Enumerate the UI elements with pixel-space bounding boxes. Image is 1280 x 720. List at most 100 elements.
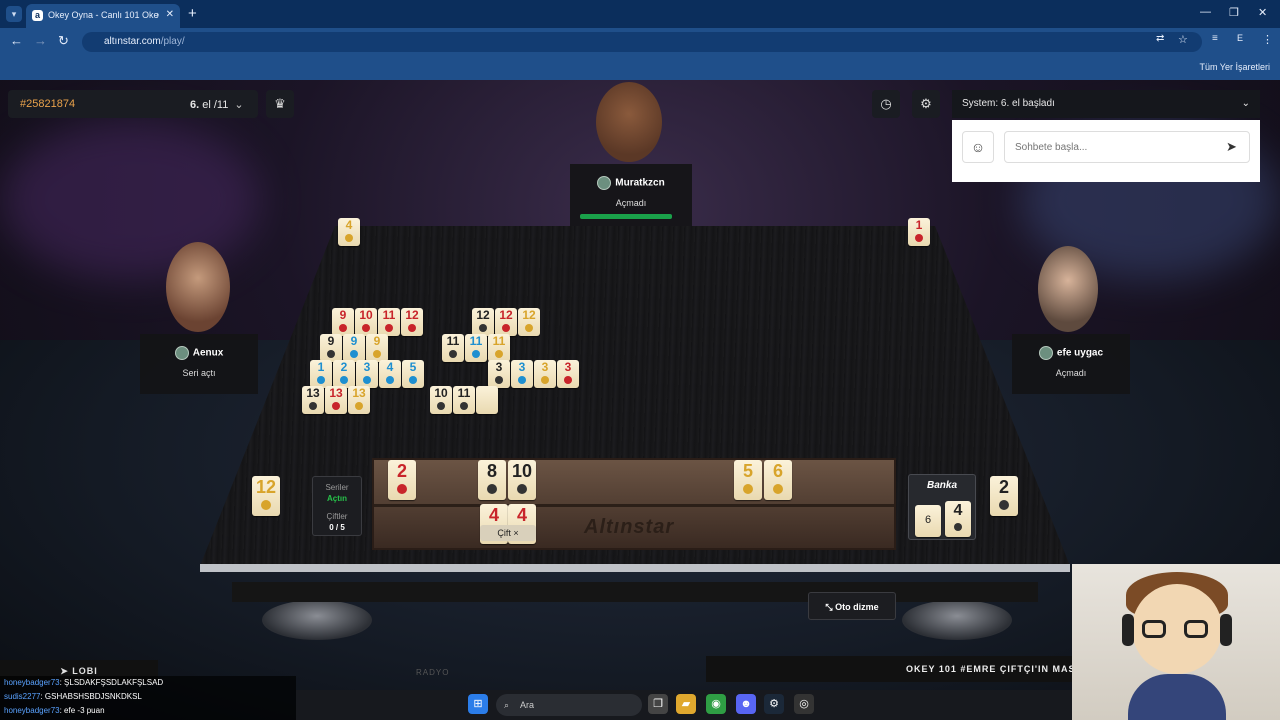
- timer-icon[interactable]: ◷: [872, 90, 900, 118]
- chat-text: : GSHABSHSBDJSNKDKSL: [40, 692, 142, 701]
- okey-tile[interactable]: 10: [508, 460, 536, 500]
- turn-timer-bar: [580, 214, 672, 219]
- okey-tile[interactable]: 2: [388, 460, 416, 500]
- okey-tile[interactable]: 13: [302, 386, 324, 414]
- series-label: Seriler: [325, 483, 349, 492]
- discard-tile-left[interactable]: 12: [252, 476, 280, 516]
- okey-tile[interactable]: 9: [366, 334, 388, 362]
- browser-tab[interactable]: a Okey Oyna - Canlı 101 Oke ♪ ✕: [26, 4, 180, 28]
- emoji-icon[interactable]: ☺: [962, 131, 994, 163]
- taskbar-search[interactable]: ⌕ Ara: [496, 694, 642, 716]
- tile-dot-icon: [408, 324, 416, 332]
- okey-tile[interactable]: 9: [320, 334, 342, 362]
- wand-icon: ⤡: [825, 602, 836, 612]
- task-view-icon[interactable]: ❐: [648, 694, 668, 714]
- bank-panel[interactable]: Banka 6 4: [908, 474, 976, 540]
- restore-icon[interactable]: ❐: [1229, 6, 1239, 19]
- okey-tile[interactable]: 12: [472, 308, 494, 336]
- settings-gear-icon[interactable]: ⚙: [912, 90, 940, 118]
- auto-sort-button[interactable]: ⤡ Oto dizme: [808, 592, 896, 620]
- app-icon[interactable]: ◎: [794, 694, 814, 714]
- tile-number: 11: [469, 334, 483, 348]
- chat-user[interactable]: sudis2277: [4, 692, 40, 701]
- trophy-icon[interactable]: ♛: [266, 90, 294, 118]
- okey-tile[interactable]: 5: [734, 460, 762, 500]
- okey-tile[interactable]: 9: [332, 308, 354, 336]
- back-icon[interactable]: ←: [10, 33, 23, 48]
- chevron-down-icon[interactable]: ⌄: [1242, 90, 1250, 118]
- tile-number: 13: [329, 386, 343, 400]
- chrome-icon[interactable]: ◉: [706, 694, 726, 714]
- okey-tile[interactable]: [476, 386, 498, 414]
- auto-sort-label: Oto dizme: [835, 602, 879, 612]
- okey-tile[interactable]: 3: [356, 360, 378, 388]
- player-card-left[interactable]: Aenux Seri açtı: [140, 334, 258, 394]
- okey-tile[interactable]: 13: [348, 386, 370, 414]
- okey-tile[interactable]: 13: [325, 386, 347, 414]
- okey-tile[interactable]: 12: [401, 308, 423, 336]
- okey-tile[interactable]: 3: [511, 360, 533, 388]
- close-tab-icon[interactable]: ✕: [166, 4, 174, 26]
- okey-tile[interactable]: 11: [465, 334, 487, 362]
- tile-number: 4: [386, 360, 394, 374]
- okey-tile[interactable]: 1: [310, 360, 332, 388]
- translate-icon[interactable]: ⇄: [1156, 33, 1164, 44]
- menu-icon[interactable]: ⋮: [1262, 33, 1273, 46]
- round-selector[interactable]: 6. el /11 ⌄: [190, 98, 244, 111]
- okey-tile[interactable]: 11: [453, 386, 475, 414]
- okey-tile[interactable]: 11: [442, 334, 464, 362]
- chat-user[interactable]: honeybadger73: [4, 678, 60, 687]
- bookmark-star-icon[interactable]: ☆: [1178, 33, 1188, 46]
- discard-tile-right[interactable]: 2: [990, 476, 1018, 516]
- all-bookmarks-link[interactable]: Tüm Yer İşaretleri: [1199, 62, 1270, 72]
- okey-tile[interactable]: 9: [343, 334, 365, 362]
- close-window-icon[interactable]: ✕: [1258, 6, 1267, 19]
- okey-tile[interactable]: 2: [333, 360, 355, 388]
- chat-user[interactable]: honeybadger73: [4, 706, 60, 715]
- player-card-right[interactable]: efe uygac Açmadı: [1012, 334, 1130, 394]
- reading-list-icon[interactable]: ≡: [1212, 33, 1218, 44]
- okey-tile[interactable]: 4: [379, 360, 401, 388]
- okey-tile[interactable]: 8: [478, 460, 506, 500]
- send-icon[interactable]: ➤: [1226, 139, 1237, 155]
- player-rack[interactable]: Altınstar: [372, 458, 896, 550]
- url-path: /play/: [160, 36, 185, 47]
- okey-tile[interactable]: 3: [488, 360, 510, 388]
- lobby-label: LOBI: [72, 666, 98, 676]
- tile-dot-icon: [340, 376, 348, 384]
- tab-search-button[interactable]: ▾: [6, 6, 22, 22]
- tile-number: 5: [409, 360, 417, 374]
- windows-start-icon[interactable]: ⊞: [468, 694, 488, 714]
- search-placeholder: Ara: [520, 700, 535, 710]
- radio-label[interactable]: RADYO: [416, 668, 449, 677]
- okey-tile[interactable]: 12: [495, 308, 517, 336]
- url-field[interactable]: altınstar.com/play/: [82, 32, 1202, 52]
- system-message-bar[interactable]: System: 6. el başladı ⌄: [952, 90, 1260, 118]
- forward-icon[interactable]: →: [34, 33, 47, 48]
- discard-tile-top-left[interactable]: 4: [338, 218, 360, 246]
- okey-tile[interactable]: 10: [355, 308, 377, 336]
- profile-icon[interactable]: E: [1237, 33, 1243, 43]
- reload-icon[interactable]: ↻: [58, 33, 69, 49]
- okey-tile[interactable]: 3: [534, 360, 556, 388]
- okey-tile[interactable]: 5: [402, 360, 424, 388]
- new-tab-button[interactable]: +: [188, 5, 197, 22]
- pair-button[interactable]: Çift ×: [480, 525, 536, 541]
- tile-dot-icon: [449, 350, 457, 358]
- chat-input[interactable]: [1004, 131, 1250, 163]
- discord-icon[interactable]: ☻: [736, 694, 756, 714]
- player-card-top[interactable]: Muratkzcn Açmadı: [570, 164, 692, 226]
- okey-tile[interactable]: 6: [764, 460, 792, 500]
- okey-tile[interactable]: 11: [488, 334, 510, 362]
- webcam-overlay: [1072, 564, 1280, 720]
- speaker-icon[interactable]: ♪: [156, 4, 161, 26]
- steam-icon[interactable]: ⚙: [764, 694, 784, 714]
- okey-tile[interactable]: 3: [557, 360, 579, 388]
- okey-tile[interactable]: 10: [430, 386, 452, 414]
- minimize-icon[interactable]: —: [1200, 6, 1211, 18]
- okey-tile[interactable]: 12: [518, 308, 540, 336]
- okey-tile[interactable]: 11: [378, 308, 400, 336]
- tile-number: 10: [359, 308, 373, 322]
- file-explorer-icon[interactable]: ▰: [676, 694, 696, 714]
- discard-tile-top-right[interactable]: 1: [908, 218, 930, 246]
